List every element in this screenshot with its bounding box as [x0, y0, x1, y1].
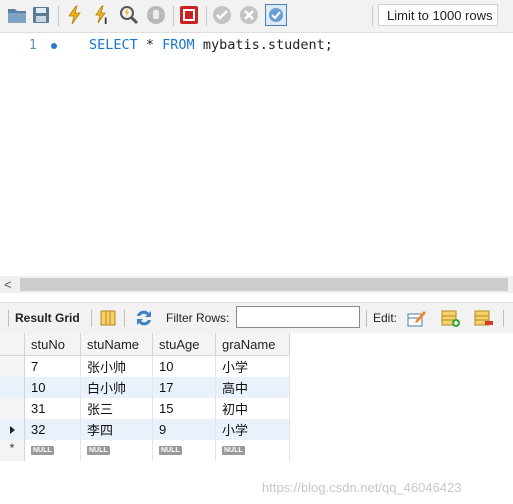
column-header-graName[interactable]: graName — [215, 333, 290, 356]
cell-stuName[interactable]: 张小帅 — [80, 355, 153, 377]
new-row-marker: * — [9, 441, 15, 455]
null-badge: NULL — [159, 446, 182, 455]
sql-code-line[interactable]: SELECT * FROM mybatis.student; — [89, 37, 333, 53]
edit-row-icon[interactable] — [407, 308, 427, 328]
delete-row-icon[interactable] — [474, 308, 494, 328]
column-header-stuNo[interactable]: stuNo — [24, 333, 81, 356]
cell-stuName[interactable]: 李四 — [80, 419, 153, 440]
filter-rows-input[interactable] — [236, 306, 360, 328]
result-grid: stuNo stuName stuAge graName 7 张小帅 10 小学… — [0, 333, 513, 504]
result-grid-tab[interactable]: Result Grid — [15, 311, 80, 325]
scrollbar-thumb[interactable] — [20, 278, 508, 291]
cell-stuNo[interactable]: 7 — [24, 355, 81, 377]
execute-current-icon[interactable]: I — [91, 4, 113, 26]
current-row-arrow-icon — [9, 426, 15, 434]
table-row[interactable]: 31 张三 15 初中 — [0, 398, 290, 419]
scroll-left-arrow[interactable]: < — [4, 277, 12, 292]
row-header[interactable] — [0, 419, 25, 440]
cell-graName-null[interactable]: NULL — [215, 440, 290, 461]
cell-graName[interactable]: 小学 — [215, 419, 290, 440]
cell-stuNo[interactable]: 31 — [24, 398, 81, 419]
toolbar-separator — [206, 6, 207, 26]
watermark: https://blog.csdn.net/qq_46046423 — [262, 480, 462, 495]
save-icon[interactable] — [30, 4, 52, 26]
add-row-icon[interactable] — [441, 308, 461, 328]
toggle-results-icon[interactable] — [178, 4, 200, 26]
toolbar-separator — [372, 6, 373, 26]
toolbar-separator — [8, 310, 9, 327]
toolbar-separator — [503, 310, 504, 327]
cell-graName[interactable]: 初中 — [215, 398, 290, 419]
cell-stuNo[interactable]: 32 — [24, 419, 81, 440]
stop-icon[interactable] — [145, 4, 167, 26]
sql-text: mybatis.student; — [194, 37, 333, 53]
sql-keyword: FROM — [162, 37, 195, 53]
edit-label: Edit: — [373, 311, 398, 325]
null-badge: NULL — [222, 446, 245, 455]
line-number: 1 — [29, 38, 37, 53]
execute-icon[interactable] — [64, 4, 86, 26]
limit-rows-select[interactable]: Limit to 1000 rows — [378, 4, 498, 26]
column-header-stuAge[interactable]: stuAge — [152, 333, 216, 356]
toolbar-separator — [124, 310, 125, 327]
table-header-row: stuNo stuName stuAge graName — [0, 333, 290, 356]
row-header[interactable] — [0, 398, 25, 419]
new-row[interactable]: * NULL NULL NULL NULL — [0, 440, 290, 461]
cell-stuNo-null[interactable]: NULL — [24, 440, 81, 461]
grid-columns-icon[interactable] — [98, 308, 118, 328]
toolbar-separator — [58, 6, 59, 26]
result-table: stuNo stuName stuAge graName 7 张小帅 10 小学… — [0, 333, 290, 461]
cell-graName[interactable]: 高中 — [215, 377, 290, 398]
cell-stuNo[interactable]: 10 — [24, 377, 81, 398]
rollback-icon[interactable] — [238, 4, 260, 26]
explain-icon[interactable] — [118, 4, 140, 26]
row-header[interactable] — [0, 377, 25, 398]
row-header[interactable] — [0, 355, 25, 377]
toolbar-separator — [366, 310, 367, 327]
table-row[interactable]: 10 白小帅 17 高中 — [0, 377, 290, 398]
table-row[interactable]: 32 李四 9 小学 — [0, 419, 290, 440]
row-header-corner — [0, 333, 25, 356]
sql-text: * — [137, 37, 163, 53]
sql-keyword: SELECT — [89, 37, 138, 53]
cell-stuAge[interactable]: 17 — [152, 377, 216, 398]
result-toolbar: Result Grid Filter Rows: Edit: — [0, 302, 513, 334]
auto-commit-icon[interactable] — [265, 4, 287, 26]
svg-text:I: I — [104, 17, 107, 25]
sql-editor-toolbar: I Limit to 1000 rows — [0, 0, 513, 33]
cell-stuName[interactable]: 白小帅 — [80, 377, 153, 398]
cell-stuAge[interactable]: 9 — [152, 419, 216, 440]
commit-icon[interactable] — [211, 4, 233, 26]
editor-horizontal-scrollbar[interactable]: < — [0, 276, 513, 293]
toolbar-separator — [173, 6, 174, 26]
row-header[interactable]: * — [0, 440, 25, 461]
column-header-stuName[interactable]: stuName — [80, 333, 153, 356]
statement-marker-icon — [51, 43, 57, 49]
table-row[interactable]: 7 张小帅 10 小学 — [0, 355, 290, 377]
filter-rows-label: Filter Rows: — [166, 311, 230, 325]
sql-editor[interactable]: 1 SELECT * FROM mybatis.student; — [0, 33, 513, 275]
toolbar-separator — [91, 310, 92, 327]
cell-stuAge[interactable]: 10 — [152, 355, 216, 377]
cell-stuAge-null[interactable]: NULL — [152, 440, 216, 461]
refresh-icon[interactable] — [134, 308, 154, 328]
folder-open-icon[interactable] — [6, 4, 28, 26]
cell-stuName-null[interactable]: NULL — [80, 440, 153, 461]
cell-stuAge[interactable]: 15 — [152, 398, 216, 419]
null-badge: NULL — [87, 446, 110, 455]
cell-graName[interactable]: 小学 — [215, 355, 290, 377]
cell-stuName[interactable]: 张三 — [80, 398, 153, 419]
null-badge: NULL — [31, 446, 54, 455]
